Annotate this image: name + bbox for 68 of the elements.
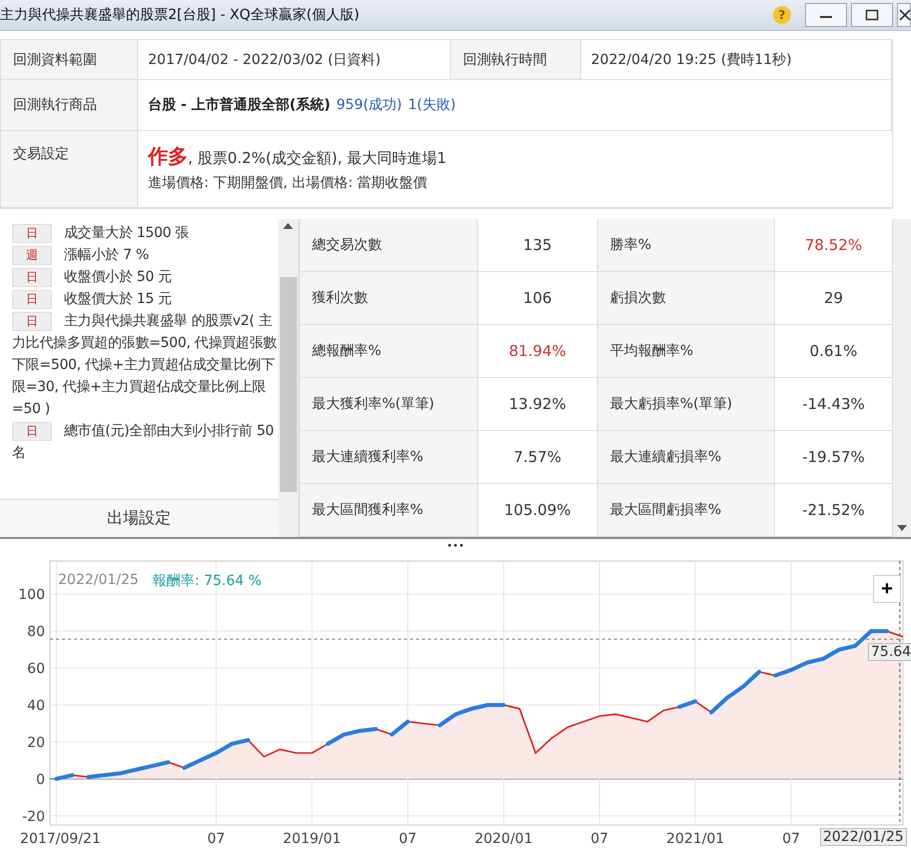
stat-label: 總交易次數	[300, 219, 478, 272]
window-title: 主力與代操共襄盛舉的股票2[台股] - XQ全球贏家(個人版)	[0, 6, 360, 24]
trade-prices: 進場價格: 下期開盤價, 出場價格: 當期收盤價	[148, 174, 428, 192]
y-axis-label: 40	[27, 698, 45, 714]
y-axis-label: 20	[27, 734, 45, 751]
period-tag: 日	[12, 268, 52, 287]
stat-label: 最大獲利率%(單筆)	[300, 378, 478, 431]
close-icon	[898, 9, 910, 21]
success-count: 959(成功)	[336, 96, 402, 114]
scroll-up-icon[interactable]	[283, 223, 293, 229]
y-axis-label: -20	[22, 808, 45, 825]
x-axis-label: 2021/01	[666, 831, 724, 847]
condition-text: 日 收盤價大於 15 元	[12, 288, 278, 310]
tooltip-date: 2022/01/25	[58, 572, 139, 590]
stat-label: 最大區間獲利率%	[300, 484, 478, 537]
trade-direction: 作多	[148, 143, 188, 170]
stat-label: 最大連續虧損率%	[598, 431, 775, 484]
field-value: 2022/04/20 19:25 (費時11秒)	[581, 40, 892, 80]
stat-label: 獲利次數	[300, 272, 478, 325]
zoom-button[interactable]: +	[873, 575, 901, 603]
period-tag: 日	[12, 422, 52, 441]
condition-text: 日 主力與代操共襄盛舉 的股票v2( 主力比代操多買超的張數=500, 代操買超張數下限=500, 代操+主力買超佔成交量比例下限=30, 代操+主力買超佔成交量比例上限=50 )	[12, 310, 278, 419]
field-label: 交易設定	[1, 131, 138, 208]
x-axis-label: 2017/09/21	[20, 831, 101, 847]
period-tag: 日	[12, 224, 52, 243]
x-axis-label: 07	[398, 831, 417, 847]
stat-label: 虧損次數	[598, 272, 775, 325]
period-tag: 日	[12, 290, 52, 309]
maximize-button[interactable]	[851, 3, 893, 27]
close-button[interactable]	[897, 3, 911, 27]
y-axis-label: 100	[18, 587, 45, 604]
market-name: 台股 - 上市普通股全部(系統)	[148, 96, 330, 114]
stat-label: 最大虧損率%(單筆)	[598, 378, 775, 431]
minimize-button[interactable]	[805, 3, 847, 27]
cursor-value-label: 75.64	[868, 643, 911, 662]
condition-text: 日 收盤價小於 50 元	[12, 266, 278, 288]
x-axis-label: 07	[590, 831, 608, 847]
scroll-down-icon[interactable]	[897, 525, 907, 531]
field-label: 回測資料範圍	[1, 40, 138, 80]
exit-settings-tab[interactable]: 出場設定	[0, 499, 278, 537]
scrollbar-thumb[interactable]	[280, 277, 296, 492]
period-tag: 週	[12, 246, 52, 265]
condition-text: 週 漲幅小於 7 %	[12, 244, 278, 266]
tooltip-value: 報酬率: 75.64 %	[152, 572, 262, 590]
y-axis-label: 60	[27, 661, 45, 678]
x-axis-label: 07	[782, 831, 800, 847]
field-label: 回測執行商品	[1, 80, 138, 131]
condition-text: 日 成交量大於 1500 張	[12, 222, 278, 244]
stat-label: 最大區間虧損率%	[598, 484, 775, 537]
stat-label: 最大連續獲利率%	[300, 431, 478, 484]
condition-text: 日 總市值(元)全部由大到小排行前 50 名	[12, 420, 275, 463]
period-tag: 日	[12, 312, 52, 331]
help-icon[interactable]: ?	[773, 6, 791, 24]
maximize-icon	[865, 9, 879, 21]
x-axis-label: 2019/01	[282, 831, 342, 847]
stat-label: 勝率%	[598, 219, 775, 272]
x-axis-label: 2020/01	[474, 831, 533, 847]
stat-label: 平均報酬率%	[598, 325, 775, 378]
failed-count: 1(失敗)	[408, 96, 456, 114]
stat-label: 總報酬率%	[300, 325, 478, 378]
y-axis-label: 80	[27, 624, 45, 640]
trade-details: , 股票0.2%(成交金額), 最大同時進場1	[188, 149, 446, 168]
field-value: 2017/04/02 - 2022/03/02 (日資料)	[138, 40, 451, 80]
splitter-handle[interactable]: •••	[0, 539, 911, 553]
cursor-date-label: 2022/01/25	[820, 828, 907, 846]
x-axis-label: 07	[207, 831, 226, 847]
y-axis-label: 0	[36, 772, 45, 788]
field-label: 回測執行時間	[451, 40, 581, 80]
